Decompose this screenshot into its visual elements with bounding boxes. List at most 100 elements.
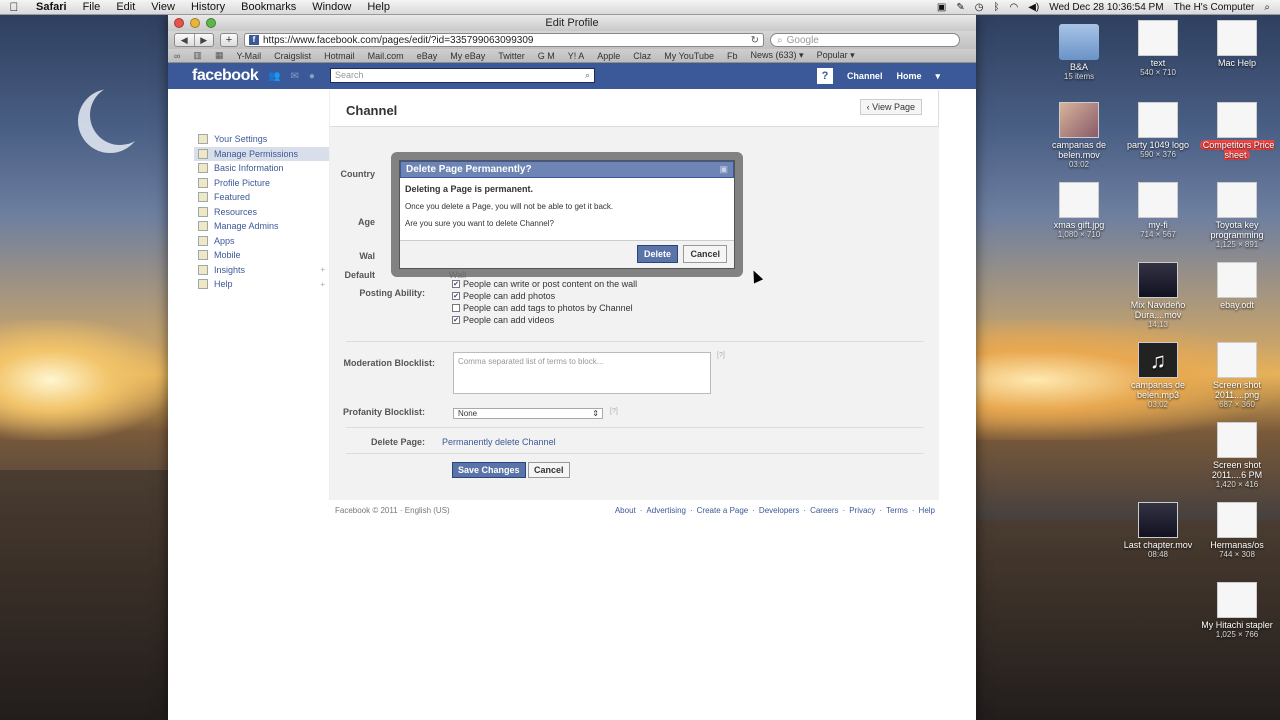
desktop-icon-file[interactable]: Competitors Price sheet [1197, 102, 1277, 160]
menu-edit[interactable]: Edit [108, 1, 143, 13]
sidebar-item-mobile[interactable]: Mobile [194, 248, 329, 263]
confirm-delete-button[interactable]: Delete [636, 245, 678, 263]
bookmark-item[interactable]: Apple [597, 51, 620, 61]
nav-home-link[interactable]: Home [896, 71, 921, 81]
script-icon[interactable]: ✎ [956, 2, 964, 13]
footer-link[interactable]: Privacy [849, 506, 875, 515]
footer-copyright[interactable]: Facebook © 2011 · English (US) [335, 506, 450, 515]
bookmarks-book-icon[interactable]: ▥ [193, 50, 202, 61]
footer-link[interactable]: About [615, 506, 636, 515]
posting-option[interactable]: ✔ People can add videos [452, 314, 637, 326]
apple-menu-icon[interactable]:  [0, 0, 28, 14]
bookmark-item[interactable]: G M [538, 51, 555, 61]
checkbox-unchecked[interactable] [452, 304, 460, 312]
bookmark-item[interactable]: Claz [633, 51, 651, 61]
reading-list-icon[interactable]: ∞ [174, 51, 180, 61]
friend-requests-icon[interactable]: 👥 [268, 71, 280, 82]
footer-link[interactable]: Developers [759, 506, 799, 515]
menu-app-name[interactable]: Safari [28, 1, 75, 13]
bookmark-item[interactable]: eBay [417, 51, 438, 61]
desktop-icon-file[interactable]: Toyota key programming 1,125 × 891 [1197, 182, 1277, 250]
desktop-icon-movie[interactable]: Last chapter.mov 08:48 [1118, 502, 1198, 560]
posting-option[interactable]: ✔ People can add photos [452, 290, 637, 302]
reload-icon[interactable]: ↻ [751, 35, 759, 46]
checkbox-checked[interactable]: ✔ [452, 280, 460, 288]
bookmark-item[interactable]: My eBay [450, 51, 485, 61]
messages-icon[interactable]: ✉ [290, 71, 298, 82]
sidebar-item-help[interactable]: Help + [194, 277, 329, 292]
time-machine-icon[interactable]: ◷ [975, 2, 984, 13]
volume-icon[interactable]: ◀) [1028, 2, 1039, 13]
back-button[interactable]: ◀ [175, 34, 194, 46]
sidebar-item-profile-picture[interactable]: Profile Picture [194, 176, 329, 191]
page-avatar-icon[interactable]: ? [816, 68, 833, 84]
menu-view[interactable]: View [143, 1, 183, 13]
footer-link[interactable]: Careers [810, 506, 838, 515]
facebook-logo[interactable]: facebook [192, 67, 262, 85]
clock[interactable]: Wed Dec 28 10:36:54 PM [1049, 2, 1163, 13]
desktop-icon-image[interactable]: party 1049 logo 590 × 376 [1118, 102, 1198, 160]
cancel-button[interactable]: Cancel [528, 462, 570, 478]
menu-history[interactable]: History [183, 1, 233, 13]
dialog-cancel-button[interactable]: Cancel [683, 245, 727, 263]
top-sites-icon[interactable]: ▦ [215, 50, 224, 61]
nav-channel-link[interactable]: Channel [847, 71, 883, 81]
menu-window[interactable]: Window [304, 1, 359, 13]
bookmark-item[interactable]: Popular ▾ [817, 50, 855, 61]
bookmark-item[interactable]: My YouTube [664, 51, 714, 61]
posting-option[interactable]: ✔ People can write or post content on the… [452, 278, 637, 290]
bookmark-item[interactable]: Mail.com [368, 51, 404, 61]
desktop-icon-file[interactable]: text 540 × 710 [1118, 20, 1198, 78]
bookmark-item[interactable]: Y-Mail [236, 51, 261, 61]
notifications-icon[interactable]: ● [309, 71, 315, 82]
sidebar-item-your-settings[interactable]: Your Settings [194, 132, 329, 147]
sidebar-item-insights[interactable]: Insights + [194, 263, 329, 278]
bookmark-item[interactable]: Twitter [498, 51, 525, 61]
view-page-button[interactable]: ‹ View Page [859, 99, 922, 115]
sidebar-item-resources[interactable]: Resources [194, 205, 329, 220]
checkbox-checked[interactable]: ✔ [452, 316, 460, 324]
desktop-icon-image[interactable]: xmas gift.jpg 1,080 × 710 [1039, 182, 1119, 240]
bookmark-item[interactable]: Craigslist [274, 51, 311, 61]
forward-button[interactable]: ▶ [193, 34, 214, 46]
desktop-icon-file[interactable]: Mac Help [1197, 20, 1277, 68]
add-bookmark-button[interactable]: + [220, 33, 238, 47]
menu-help[interactable]: Help [359, 1, 398, 13]
checkbox-checked[interactable]: ✔ [452, 292, 460, 300]
bookmark-item[interactable]: Fb [727, 51, 738, 61]
bluetooth-icon[interactable]: ᛒ [993, 2, 999, 13]
user-name[interactable]: The H's Computer [1174, 2, 1255, 13]
zoom-window-icon[interactable] [206, 18, 216, 28]
menu-bookmarks[interactable]: Bookmarks [233, 1, 304, 13]
footer-link[interactable]: Help [919, 506, 935, 515]
desktop-icon-movie[interactable]: campanas de belen.mov 03:02 [1039, 102, 1119, 170]
desktop-icon-audio[interactable]: ♫ campanas de belen.mp3 03:02 [1118, 342, 1198, 410]
profanity-help-link[interactable]: [?] [610, 408, 618, 415]
bookmark-item[interactable]: Hotmail [324, 51, 355, 61]
sidebar-item-apps[interactable]: Apps [194, 234, 329, 249]
wifi-icon[interactable]: ◠ [1009, 2, 1018, 13]
profanity-blocklist-select[interactable]: None ⇕ [453, 408, 603, 419]
sidebar-item-manage-admins[interactable]: Manage Admins [194, 219, 329, 234]
moderation-blocklist-input[interactable]: Comma separated list of terms to block..… [453, 352, 711, 394]
desktop-icon-image[interactable]: my-fi 714 × 567 [1118, 182, 1198, 240]
bookmark-item[interactable]: Y! A [568, 51, 585, 61]
close-window-icon[interactable] [174, 18, 184, 28]
search-icon[interactable]: ⌕ [585, 69, 590, 82]
desktop-icon-file[interactable]: ebay.odt [1197, 262, 1277, 310]
facebook-search-input[interactable]: Search ⌕ [330, 68, 595, 83]
sidebar-item-manage-permissions[interactable]: Manage Permissions [194, 146, 329, 161]
permanently-delete-link[interactable]: Permanently delete Channel [442, 437, 556, 447]
desktop-icon-image[interactable]: Screen shot 2011....png 687 × 360 [1197, 342, 1277, 410]
footer-link[interactable]: Create a Page [697, 506, 749, 515]
footer-link[interactable]: Terms [886, 506, 908, 515]
sidebar-item-featured[interactable]: Featured [194, 190, 329, 205]
moderation-help-link[interactable]: [?] [717, 352, 725, 359]
account-dropdown-icon[interactable]: ▾ [935, 71, 940, 82]
menu-file[interactable]: File [75, 1, 109, 13]
address-bar[interactable]: f https://www.facebook.com/pages/edit/?i… [244, 33, 764, 47]
camera-icon[interactable]: ▣ [937, 2, 946, 13]
save-changes-button[interactable]: Save Changes [452, 462, 526, 478]
sidebar-item-basic-information[interactable]: Basic Information [194, 161, 329, 176]
desktop-icon-image[interactable]: Screen shot 2011....6 PM 1,420 × 416 [1197, 422, 1277, 490]
